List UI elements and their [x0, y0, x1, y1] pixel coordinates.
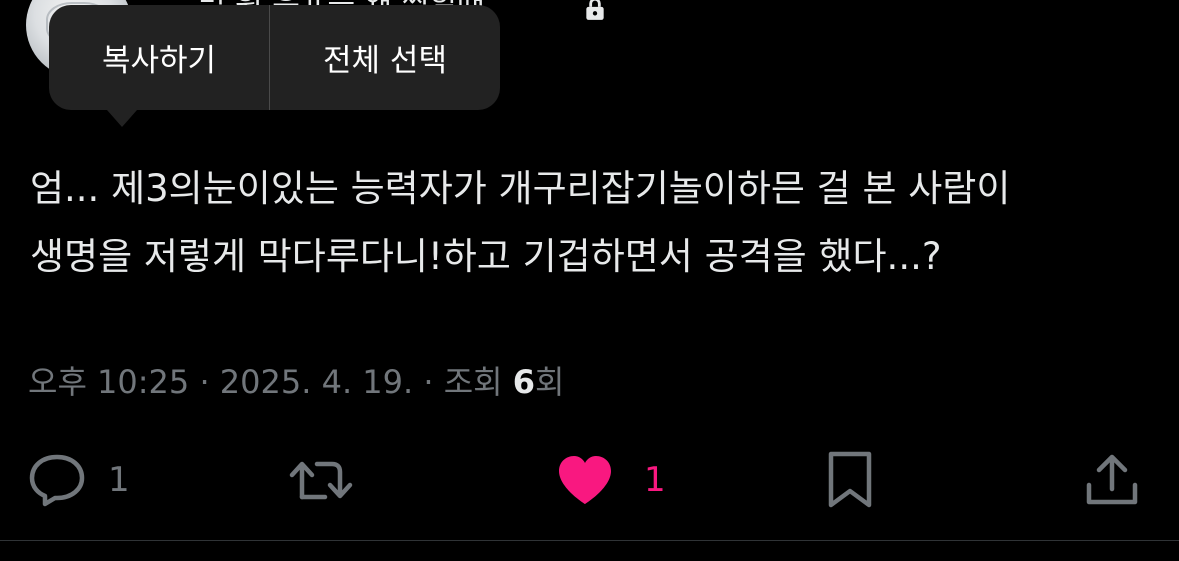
- select-all-menu-item[interactable]: 전체 선택: [270, 5, 500, 110]
- retweet-icon: [289, 461, 353, 500]
- bookmark-button[interactable]: [826, 440, 874, 520]
- tweet-actions: 1 1: [0, 440, 1179, 520]
- tweet-text[interactable]: 엄... 제3의눈이있는 능력자가 개구리잡기놀이하믄 걸 본 사람이 생명을 …: [30, 155, 1160, 291]
- copy-menu-item[interactable]: 복사하기: [49, 5, 269, 110]
- views-count[interactable]: 6: [513, 363, 535, 401]
- meta-separator: ·: [413, 363, 444, 401]
- bookmark-icon: [828, 451, 872, 508]
- text-context-menu: 복사하기 전체 선택: [49, 5, 500, 127]
- views-label: 조회: [443, 363, 513, 401]
- tweet-time[interactable]: 오후 10:25: [28, 363, 189, 401]
- share-icon: [1086, 454, 1138, 505]
- heart-icon: [559, 456, 611, 504]
- divider: [0, 540, 1179, 541]
- share-button[interactable]: [1084, 440, 1140, 520]
- reply-count: 1: [108, 460, 130, 500]
- views-suffix: 회: [535, 363, 565, 401]
- tweet-date[interactable]: 2025. 4. 19.: [220, 363, 413, 401]
- like-button[interactable]: 1: [556, 440, 666, 520]
- reply-icon: [29, 454, 85, 507]
- retweet-button[interactable]: [287, 440, 377, 520]
- like-count: 1: [644, 460, 666, 500]
- meta-separator: ·: [189, 363, 220, 401]
- lock-icon: [586, 0, 604, 20]
- tweet-meta: 오후 10:25 · 2025. 4. 19. · 조회 6회: [28, 358, 564, 406]
- reply-button[interactable]: 1: [28, 440, 130, 520]
